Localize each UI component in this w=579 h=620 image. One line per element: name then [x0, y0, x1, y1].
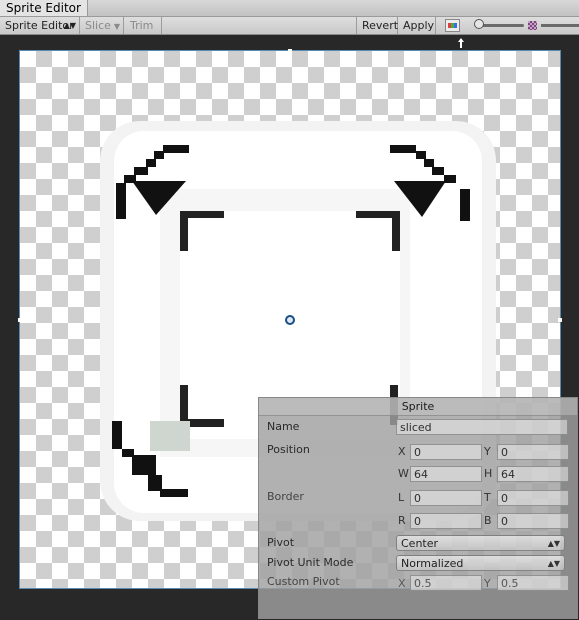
zoom-slider[interactable]: [478, 24, 524, 27]
x-axis-label: X: [398, 445, 406, 458]
pivot-label: Pivot: [267, 536, 295, 549]
pivot-unit-mode-dropdown[interactable]: Normalized ▲▼: [396, 555, 565, 571]
trim-button[interactable]: Trim: [124, 17, 162, 34]
title-bar: Sprite Editor: [0, 0, 579, 17]
slice-dropdown[interactable]: Slice ▼: [80, 17, 124, 34]
updown-arrow-icon: ▲▼: [547, 539, 560, 548]
pivot-unit-mode-value: Normalized: [401, 557, 464, 570]
border-l-field[interactable]: 0: [410, 490, 482, 506]
custom-pivot-x-field[interactable]: 0.5: [410, 575, 482, 591]
pivot-handle[interactable]: [285, 315, 295, 325]
zoom-slider-thumb[interactable]: [474, 19, 484, 29]
arrow-up-icon: [458, 38, 464, 48]
pivot-dropdown[interactable]: Center ▲▼: [396, 535, 565, 551]
border-t-field[interactable]: 0: [497, 490, 569, 506]
w-axis-label: W: [398, 467, 409, 480]
custom-pivot-label: Custom Pivot: [267, 575, 340, 588]
apply-label: Apply: [403, 19, 435, 32]
position-label: Position: [267, 443, 310, 456]
color-channel-icon[interactable]: [445, 19, 460, 32]
y-axis-label: Y: [484, 445, 491, 458]
mipmap-icon: [528, 21, 537, 30]
panel-title: Sprite: [259, 398, 577, 416]
position-y-field[interactable]: 0: [497, 444, 569, 460]
height-field[interactable]: 64: [497, 466, 569, 482]
revert-button[interactable]: Revert: [356, 17, 398, 34]
chevron-down-icon: ▼: [113, 22, 120, 31]
updown-arrow-icon: ▲▼: [547, 559, 560, 568]
name-field[interactable]: sliced: [396, 419, 568, 435]
mode-dropdown[interactable]: Sprite Editor ▲▼: [0, 17, 80, 34]
border-r-field[interactable]: 0: [410, 513, 482, 529]
sprite-panel: Sprite Name sliced Position X 0 Y 0 W 64…: [258, 397, 578, 619]
position-x-field[interactable]: 0: [410, 444, 482, 460]
updown-arrow-icon: ▲▼: [63, 21, 76, 30]
l-axis-label: L: [398, 491, 405, 504]
name-label: Name: [267, 420, 300, 433]
border-label: Border: [267, 490, 304, 503]
h-axis-label: H: [484, 467, 493, 480]
t-axis-label: T: [484, 491, 491, 504]
revert-label: Revert: [362, 19, 399, 32]
window-title: Sprite Editor: [6, 1, 81, 15]
trim-label: Trim: [130, 19, 154, 32]
apply-button[interactable]: Apply: [398, 17, 436, 34]
slice-label: Slice: [85, 19, 111, 32]
b-axis-label: B: [484, 514, 492, 527]
pivot-unit-mode-label: Pivot Unit Mode: [267, 556, 354, 569]
border-b-field[interactable]: 0: [497, 513, 569, 529]
custom-x-axis-label: X: [398, 577, 406, 590]
mip-slider[interactable]: [541, 24, 579, 27]
width-field[interactable]: 64: [410, 466, 482, 482]
custom-y-axis-label: Y: [484, 577, 491, 590]
custom-pivot-y-field[interactable]: 0.5: [497, 575, 569, 591]
pivot-dropdown-value: Center: [401, 537, 439, 550]
r-axis-label: R: [398, 514, 406, 527]
window-tab[interactable]: Sprite Editor: [0, 0, 88, 16]
